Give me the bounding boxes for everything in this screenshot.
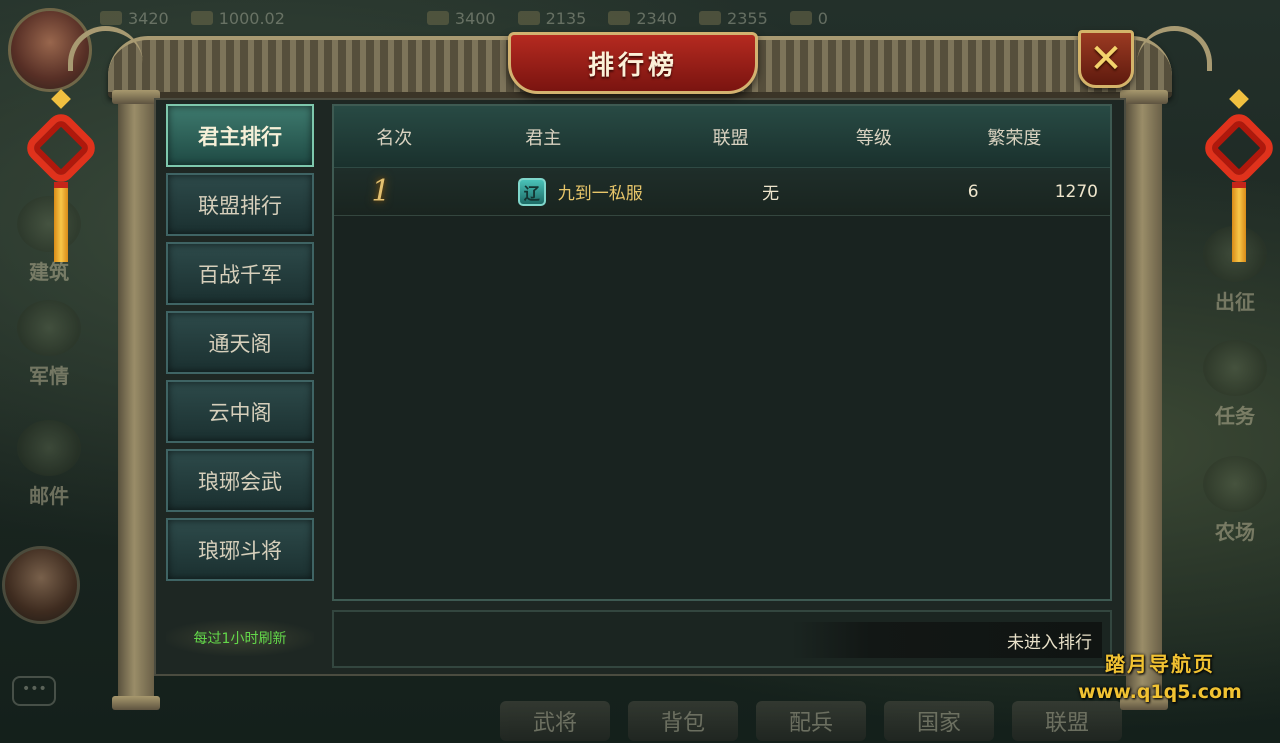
my-rank-bar: 未进入排行 <box>332 610 1112 668</box>
close-button[interactable]: ✕ <box>1078 30 1134 88</box>
resource-icon <box>699 11 722 25</box>
resource-item: 0 <box>789 9 828 28</box>
intel-icon <box>17 300 81 356</box>
left-pillar <box>112 90 160 710</box>
resource-icon <box>608 11 631 25</box>
table-row[interactable]: 1 辽 九到一私服 无 6 1270 <box>334 168 1110 216</box>
header-rank: 名次 <box>376 127 413 149</box>
tab-tongtian-tower[interactable]: 通天阁 <box>166 311 314 374</box>
ranking-table: 名次 君主 联盟 等级 繁荣度 1 辽 九到一私服 无 6 1270 <box>332 104 1112 601</box>
resource-item: 1000.02 <box>190 9 285 28</box>
quest-button[interactable]: 任务 <box>1190 340 1280 429</box>
farm-button[interactable]: 农场 <box>1190 456 1280 545</box>
chat-icon[interactable] <box>12 676 56 706</box>
mail-icon <box>17 420 81 476</box>
general-avatar[interactable] <box>2 546 80 624</box>
tab-langya-tournament[interactable]: 琅琊会武 <box>166 449 314 512</box>
resource-item: 3400 <box>426 9 496 28</box>
alliance-cell: 无 <box>762 184 780 204</box>
farm-icon <box>1203 456 1267 512</box>
right-pillar <box>1120 90 1168 710</box>
resource-item: 2355 <box>699 9 768 28</box>
tab-lord-ranking[interactable]: 君主排行 <box>166 104 314 167</box>
header-alliance: 联盟 <box>712 127 749 149</box>
tab-alliance-ranking[interactable]: 联盟排行 <box>166 173 314 236</box>
close-icon: ✕ <box>1089 36 1123 82</box>
my-rank-status: 未进入排行 <box>792 622 1102 658</box>
resource-icon <box>789 11 812 25</box>
intel-button[interactable]: 军情 <box>4 300 94 389</box>
resource-icon <box>517 11 540 25</box>
chinese-knot-icon <box>1199 89 1279 262</box>
level-cell: 6 <box>967 181 979 202</box>
resource-item: 3420 <box>100 9 169 28</box>
lord-name: 九到一私服 <box>557 184 643 204</box>
header-level: 等级 <box>855 127 892 149</box>
prosperity-cell: 1270 <box>1054 181 1098 202</box>
chinese-knot-icon <box>21 89 101 262</box>
table-header: 名次 君主 联盟 等级 繁荣度 <box>334 106 1110 168</box>
resource-icon <box>190 11 213 25</box>
header-lord: 君主 <box>525 127 562 149</box>
tab-langya-generals[interactable]: 琅琊斗将 <box>166 518 314 581</box>
lord-cell: 辽 九到一私服 <box>458 177 709 206</box>
ranking-tabs: 君主排行 联盟排行 百战千军 通天阁 云中阁 琅琊会武 琅琊斗将 <box>166 104 314 587</box>
rank-number: 1 <box>371 174 391 209</box>
resource-icon <box>426 11 449 25</box>
header-prosperity: 繁荣度 <box>987 127 1042 149</box>
quest-icon <box>1203 340 1267 396</box>
refresh-note: 每过1小时刷新 <box>166 620 314 656</box>
mail-button[interactable]: 邮件 <box>4 420 94 509</box>
modal-title: 排行榜 <box>508 32 758 94</box>
ranking-modal: 排行榜 ✕ 君主排行 联盟排行 百战千军 通天阁 云中阁 琅琊会武 琅琊斗将 每… <box>21 26 1279 718</box>
nation-badge-icon: 辽 <box>517 177 546 206</box>
resource-item: 2340 <box>608 9 677 28</box>
tab-yunzhong-tower[interactable]: 云中阁 <box>166 380 314 443</box>
resource-icon <box>100 11 122 25</box>
tab-hundred-battles[interactable]: 百战千军 <box>166 242 314 305</box>
modal-title-text: 排行榜 <box>587 50 678 81</box>
resource-item: 2135 <box>517 9 586 28</box>
rank-cell: 1 <box>334 174 458 209</box>
site-watermark: 踏月导航页 www.q1q5.com <box>1078 652 1242 703</box>
